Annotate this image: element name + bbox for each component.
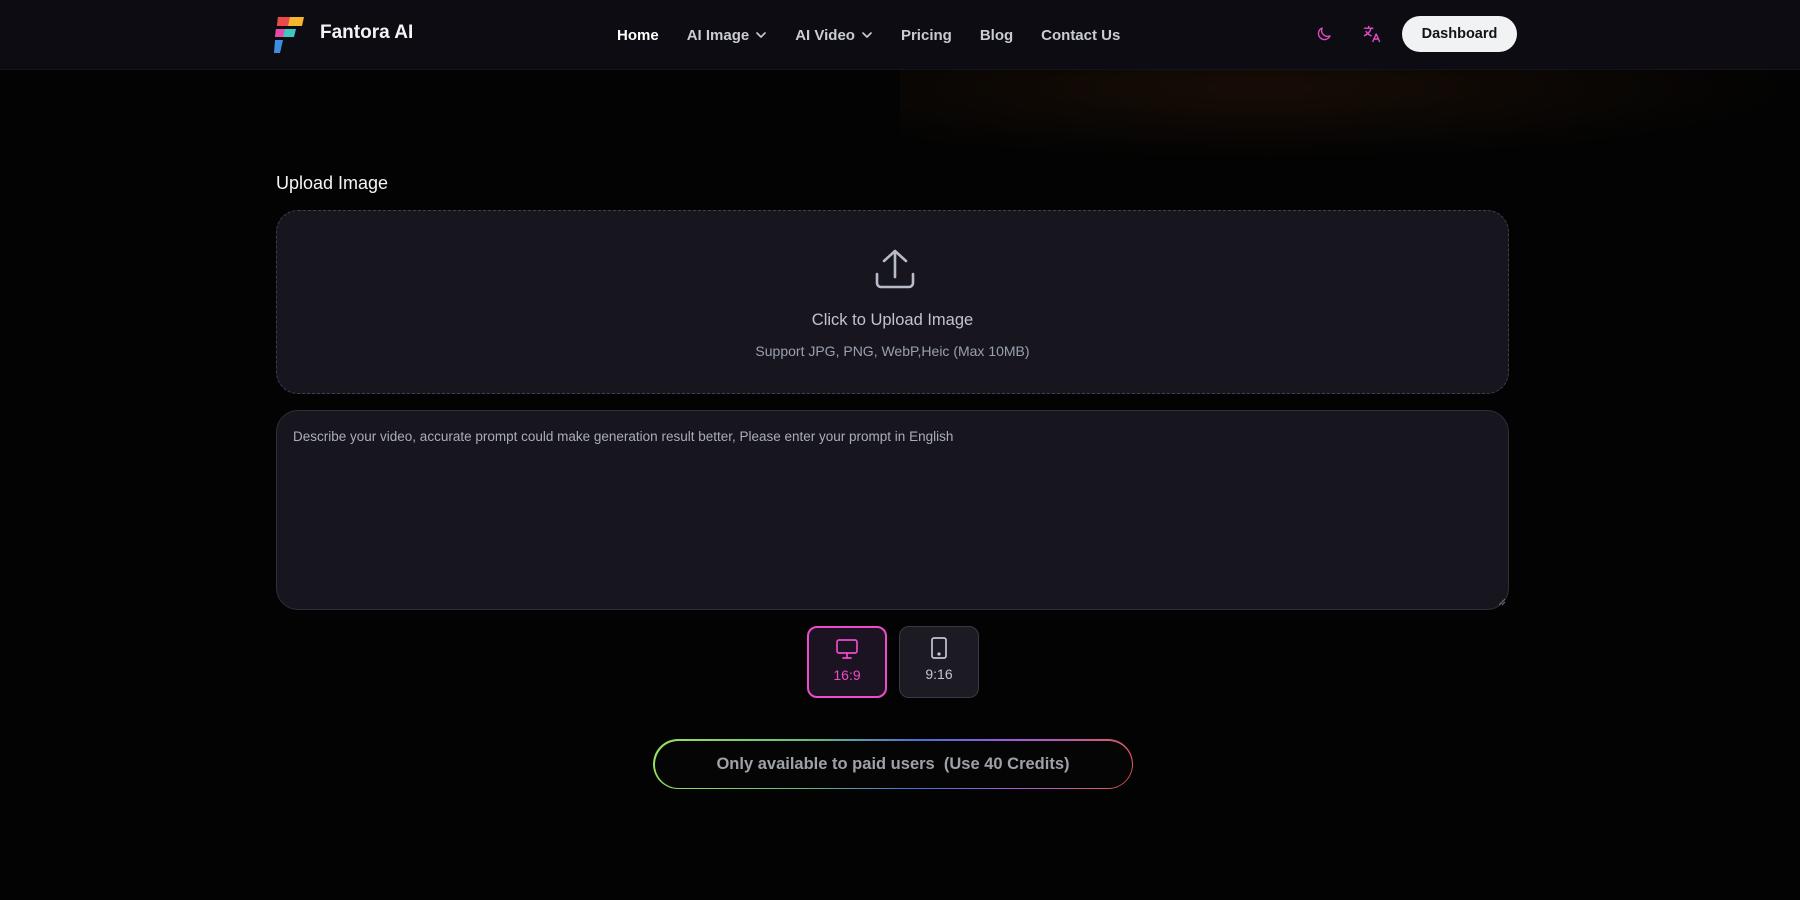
nav-contact[interactable]: Contact Us [1041, 27, 1120, 44]
theme-toggle-button[interactable] [1313, 23, 1335, 45]
upload-label: Click to Upload Image [811, 311, 974, 329]
generate-button[interactable]: Only available to paid users (Use 40 Cre… [653, 739, 1133, 789]
nav-ai-video[interactable]: AI Video [795, 27, 873, 44]
translate-icon [1363, 25, 1381, 43]
nav-blog-label: Blog [979, 26, 1014, 44]
generate-button-label: Only available to paid users (Use 40 Cre… [654, 740, 1132, 788]
nav-pricing[interactable]: Pricing [901, 27, 952, 44]
nav-ai-image[interactable]: AI Image [687, 27, 768, 44]
nav-ai-video-label: AI Video [795, 26, 855, 44]
aspect-ratio-16-9-button[interactable]: 16:9 [807, 626, 887, 698]
nav-home-label: Home [617, 26, 659, 44]
nav-contact-label: Contact Us [1041, 26, 1121, 44]
top-navbar: Fantora AI Home AI Image AI Video Pricin… [0, 0, 1800, 70]
upload-dropzone[interactable]: Click to Upload Image Support JPG, PNG, … [276, 210, 1509, 394]
nav-ai-image-label: AI Image [686, 26, 750, 44]
upload-section-title: Upload Image [276, 173, 389, 193]
fantora-logo[interactable] [272, 14, 306, 54]
chevron-down-icon [861, 29, 873, 41]
upload-format-hint: Support JPG, PNG, WebP,Heic (Max 10MB) [755, 343, 1030, 359]
nav-pricing-label: Pricing [900, 26, 952, 44]
aspect-ratio-label: 16:9 [833, 667, 861, 683]
brand-name[interactable]: Fantora AI [320, 22, 413, 44]
aspect-ratio-label: 9:16 [925, 666, 953, 682]
main-nav: Home AI Image AI Video Pricing Blog Cont… [617, 24, 1148, 46]
moon-icon [1317, 27, 1331, 41]
dashboard-button[interactable]: Dashboard [1402, 16, 1517, 52]
upload-icon [875, 249, 915, 289]
language-button[interactable] [1361, 23, 1383, 45]
nav-blog[interactable]: Blog [980, 27, 1013, 44]
aspect-ratio-9-16-button[interactable]: 9:16 [899, 626, 979, 698]
resize-handle-icon[interactable] [1498, 598, 1506, 606]
nav-home[interactable]: Home [617, 27, 659, 44]
monitor-icon [835, 638, 859, 660]
chevron-down-icon [755, 29, 767, 41]
tablet-icon [930, 637, 948, 659]
prompt-input[interactable] [276, 410, 1509, 610]
